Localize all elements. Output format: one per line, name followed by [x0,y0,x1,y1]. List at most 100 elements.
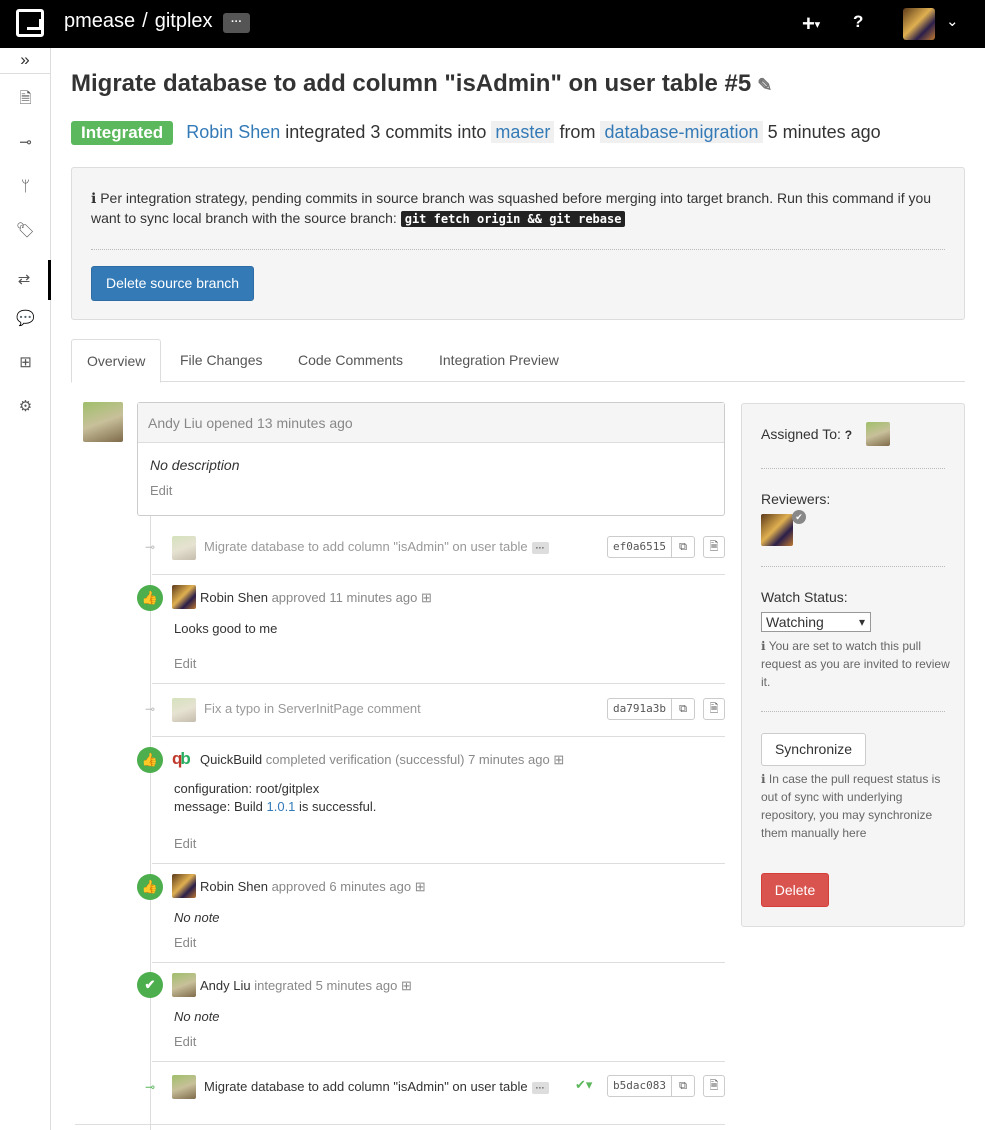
integrated-event: ✔ Andy Liu integrated 5 minutes ago ⊞ No… [137,963,725,1062]
opening-comment: Andy Liu opened 13 minutes ago No descri… [137,402,725,516]
watch-note-text: You are set to watch this pull request a… [761,639,950,689]
sync-note-text: In case the pull request status is out o… [761,772,941,840]
copy-icon[interactable]: ⧉ [671,536,695,558]
edit-link[interactable]: Edit [150,483,712,498]
event-header: Robin Shen approved 11 minutes ago ⊞ [200,590,432,606]
user-avatar[interactable] [172,585,196,609]
tab-integration-preview[interactable]: Integration Preview [424,339,574,382]
compare-icon[interactable]: ⊞ [415,879,426,894]
thumbs-up-icon: 👍 [137,585,163,611]
commit-node-icon: ⊸ [145,1080,156,1094]
commit-node-icon: ⊸ [145,702,156,716]
files-icon[interactable]: 🗎 [0,84,51,114]
info-icon: ℹ [91,190,97,206]
comment-body: No description Edit [138,443,724,512]
delete-button[interactable]: Delete [761,873,829,907]
file-icon[interactable]: 🗎 [703,1075,725,1097]
help-icon[interactable]: ? [853,12,863,32]
event-header: Robin Shen approved 6 minutes ago ⊞ [200,879,426,895]
commit-hash[interactable]: b5dac083 [607,1075,672,1097]
user-avatar[interactable] [903,8,935,40]
breadcrumb-project[interactable]: gitplex [155,10,213,32]
pencil-icon[interactable]: ✎ [757,75,772,95]
plus-icon: + [802,11,815,36]
gitplex-logo-icon[interactable] [16,9,44,37]
project-more-button[interactable]: ··· [223,13,250,33]
event-action: completed verification (successful) 7 mi… [265,752,550,767]
compare-icon[interactable]: ⊞ [401,978,412,993]
assignee-avatar[interactable] [866,422,890,446]
help-icon[interactable]: ? [845,428,852,442]
commit-message[interactable]: Migrate database to add column "isAdmin"… [204,1079,549,1094]
settings-icon[interactable]: ⚙ [0,392,51,422]
tab-code-comments[interactable]: Code Comments [283,339,418,382]
commit-author-avatar[interactable] [172,536,196,560]
watch-status-select[interactable]: Watching [761,612,871,632]
commits-icon[interactable]: ⊸ [0,128,51,158]
sidebar-collapse-icon[interactable]: » [0,48,50,74]
user-menu-caret-icon[interactable]: ⌄ [946,12,959,30]
tags-icon[interactable]: 🏷 [0,216,51,246]
top-bar: pmease / gitplex ··· +▾ ? ⌄ [0,0,985,48]
verification-check-icon[interactable]: ✔▾ [575,1077,592,1093]
user-avatar[interactable] [172,874,196,898]
comment-text: No description [150,457,240,473]
commit-author-avatar[interactable] [172,1075,196,1099]
source-branch-link[interactable]: database-migration [600,121,763,143]
sidebar: » 🗎 ⊸ ᛘ 🏷 ⇄ 💬 ⊞ ⚙ [0,48,51,1130]
branches-icon[interactable]: ᛘ [0,172,51,202]
status-action: integrated 3 commits into [285,122,487,142]
create-menu-button[interactable]: +▾ [802,11,820,37]
check-icon: ✔ [137,972,163,998]
user-avatar[interactable] [172,973,196,997]
edit-link[interactable]: Edit [174,935,196,950]
comments-icon[interactable]: 💬 [0,304,51,334]
actor-link[interactable]: Robin Shen [186,122,280,142]
copy-icon[interactable]: ⧉ [671,1075,695,1097]
user-link[interactable]: QuickBuild [200,752,262,767]
delete-source-branch-button[interactable]: Delete source branch [91,266,254,301]
edit-link[interactable]: Edit [174,836,196,851]
compare-icon[interactable]: ⊞ [421,590,432,605]
file-icon[interactable]: 🗎 [703,536,725,558]
commit-author-avatar[interactable] [172,698,196,722]
breadcrumb-owner[interactable]: pmease [64,10,135,32]
copy-icon[interactable]: ⧉ [671,698,695,720]
event-action: integrated 5 minutes ago [254,978,398,993]
user-link[interactable]: Andy Liu [200,978,251,993]
build-link[interactable]: 1.0.1 [267,799,296,814]
divider [75,1124,725,1125]
comment-header: Andy Liu opened 13 minutes ago [138,403,724,443]
commit-message-text: Migrate database to add column "isAdmin"… [204,539,528,554]
commit-more-button[interactable]: ··· [531,541,549,554]
commit-event: ⊸ Migrate database to add column "isAdmi… [137,516,725,575]
compare-icon[interactable]: ⊞ [553,752,564,767]
target-branch-link[interactable]: master [491,121,555,143]
commit-message[interactable]: Migrate database to add column "isAdmin"… [204,539,549,554]
tab-overview[interactable]: Overview [71,339,162,383]
tab-file-changes[interactable]: File Changes [165,339,278,382]
commit-hash[interactable]: da791a3b [607,698,672,720]
quickbuild-logo-icon: qb [172,749,191,768]
info-text: ℹ Per integration strategy, pending comm… [91,188,951,229]
thumbs-up-icon: 👍 [137,874,163,900]
pull-requests-icon[interactable]: ⇄ [0,260,51,300]
reviewer-avatar[interactable] [761,514,793,546]
synchronize-button[interactable]: Synchronize [761,733,866,766]
file-icon[interactable]: 🗎 [703,698,725,720]
user-link[interactable]: Robin Shen [200,879,268,894]
divider [761,566,945,567]
edit-link[interactable]: Edit [174,1034,196,1049]
edit-link[interactable]: Edit [174,656,196,671]
commit-message[interactable]: Fix a typo in ServerInitPage comment [204,701,421,716]
opener-avatar[interactable] [83,402,123,442]
commit-hash[interactable]: ef0a6515 [607,536,672,558]
user-link[interactable]: Robin Shen [200,590,268,605]
message-line: message: Build 1.0.1 is successful. [174,798,376,816]
compare-icon[interactable]: ⊞ [0,348,51,378]
watch-note: ℹ You are set to watch this pull request… [761,637,951,691]
commit-more-button[interactable]: ··· [531,1081,549,1094]
caret-down-icon: ▾ [814,19,820,31]
status-from: from [559,122,596,142]
divider [761,711,945,712]
